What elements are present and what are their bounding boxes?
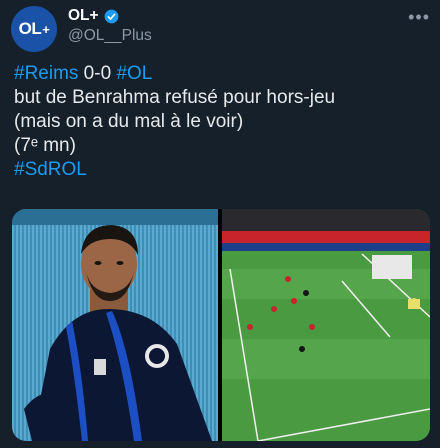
more-options-icon[interactable]: ••• (408, 8, 430, 26)
tweet-text: #Reims 0-0 #OL but de Benrahma refusé po… (14, 62, 434, 182)
verified-badge-icon (104, 9, 118, 23)
tweet-media (12, 209, 430, 441)
tweet-line-1: #Reims 0-0 #OL (14, 62, 434, 86)
avatar-logo-plus: + (42, 21, 50, 37)
tweet-line-3: (mais on a du mal à le voir) (14, 111, 244, 132)
author-handle[interactable]: @OL__Plus (68, 27, 152, 45)
tweet-header: OL + OL+ @OL__Plus ••• (0, 0, 440, 52)
hashtag-reims[interactable]: #Reims (14, 63, 78, 84)
avatar-logo-text: OL (18, 19, 42, 38)
hashtag-ol[interactable]: #OL (116, 63, 152, 84)
author-name-row[interactable]: OL+ (68, 7, 119, 25)
tweet-line-5: #SdROL (14, 158, 434, 182)
tweet-line-2: but de Benrahma refusé pour hors-jeu (14, 87, 336, 108)
avatar[interactable]: OL + (11, 6, 57, 52)
offside-replay-photo[interactable] (222, 209, 430, 441)
player-closeup-illustration (12, 209, 218, 441)
tweet-line-4: (7ᵉ mn) (14, 135, 76, 156)
hashtag-sdrol[interactable]: #SdROL (14, 159, 87, 180)
offside-replay-illustration (222, 209, 430, 441)
score-text: 0-0 (78, 63, 117, 84)
player-closeup-photo[interactable] (12, 209, 218, 441)
display-name[interactable]: OL+ (68, 7, 99, 25)
